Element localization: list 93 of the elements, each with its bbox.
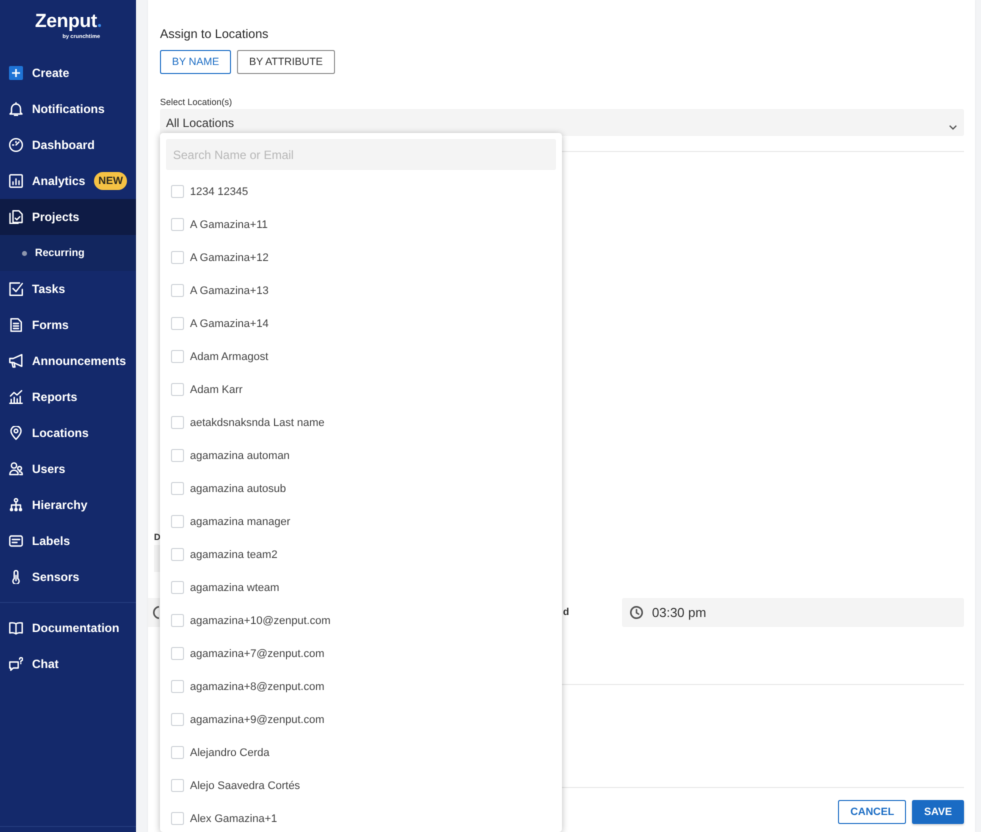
hierarchy-icon [9,498,23,512]
nav-item[interactable]: Sensors [0,559,136,595]
checkbox[interactable] [171,647,184,660]
nav-item[interactable]: Hierarchy [0,487,136,523]
book-icon [9,621,23,635]
nav-item[interactable]: Forms [0,307,136,343]
megaphone-icon [9,354,23,368]
checkbox[interactable] [171,449,184,462]
dropdown-option[interactable]: Alejo Saavedra Cortés [166,778,300,794]
checkbox[interactable] [171,284,184,297]
nav-item[interactable]: Create [0,55,136,91]
clock-icon [630,606,643,619]
nav-item[interactable]: Locations [0,415,136,451]
dropdown-option[interactable]: A Gamazina+14 [166,316,269,332]
dropdown-option[interactable]: agamazina team2 [166,546,278,562]
save-button[interactable]: SAVE [912,800,964,824]
dropdown-option[interactable]: Alex Gamazina+1 [166,810,278,826]
nav-item[interactable]: Chat [0,646,136,682]
location-select[interactable]: All Locations [160,109,964,136]
checkbox[interactable] [171,548,184,561]
nav-item[interactable]: Tasks [0,271,136,307]
chat-icon [9,657,23,671]
checkbox[interactable] [171,251,184,264]
nav-item[interactable]: Labels [0,523,136,559]
mode-button[interactable]: BY ATTRIBUTE [237,50,335,74]
dropdown-option[interactable]: Adam Karr [166,382,243,398]
search-field[interactable]: Search Name or Email [166,139,556,170]
dropdown-option[interactable]: 1234 12345 [166,184,248,200]
feature-badge: NEW [94,172,127,190]
dropdown-option[interactable]: agamazina wteam [166,580,280,596]
nav-item[interactable]: Users [0,451,136,487]
dropdown-option[interactable]: agamazina+9@zenput.com [166,712,324,728]
gauge-icon [9,138,23,152]
checkbox[interactable] [171,680,184,693]
nav-item[interactable]: Analytics NEW [0,163,136,199]
nav-item[interactable]: Projects [0,199,136,235]
checked-box-icon [9,282,23,296]
dropdown-option[interactable]: agamazina+7@zenput.com [166,646,324,662]
checkbox[interactable] [171,515,184,528]
logo-wordmark: Zenput [34,11,98,33]
label-icon [9,534,23,548]
dropdown-option[interactable]: agamazina automan [166,448,290,464]
dropdown-option[interactable]: agamazina manager [166,514,290,530]
checkbox[interactable] [171,812,184,825]
checkbox[interactable] [171,383,184,396]
checkbox[interactable] [171,350,184,363]
nav-item[interactable]: Dashboard [0,127,136,163]
time-field[interactable]: 03:30 pm [622,598,964,627]
nav-item[interactable]: Documentation [0,610,136,646]
bar-chart-icon [9,174,23,188]
date-field[interactable] [154,545,160,572]
documents-icon [9,210,23,224]
checkbox[interactable] [171,614,184,627]
nav-subitem[interactable]: Recurring [0,235,136,271]
document-icon [9,318,23,332]
cancel-button[interactable]: CANCEL [838,800,906,824]
dropdown-option[interactable]: A Gamazina+12 [166,250,269,266]
checkbox[interactable] [171,317,184,330]
nav-item[interactable]: Notifications [0,91,136,127]
dropdown-option[interactable]: A Gamazina+13 [166,282,269,298]
mode-button[interactable]: BY NAME [160,50,232,74]
bell-icon [9,102,23,116]
thermometer-icon [9,570,23,584]
field-label: D [154,532,160,542]
logo-dot-icon [98,24,102,27]
checkbox[interactable] [171,218,184,231]
dropdown-option[interactable]: Adam Armagost [166,348,268,364]
dropdown-option[interactable]: Alejandro Cerda [166,744,270,760]
section-title: Assign to Locations [160,26,268,42]
plus-icon [9,66,23,80]
report-chart-icon [9,390,23,404]
checkbox[interactable] [171,779,184,792]
checkbox[interactable] [171,713,184,726]
dropdown-option[interactable]: agamazina+10@zenput.com [166,612,331,628]
nav-item[interactable]: Reports [0,379,136,415]
dropdown-option[interactable]: A Gamazina+11 [166,216,268,232]
field-label: d [563,607,570,619]
users-icon [9,462,23,476]
location-pin-icon [9,426,23,440]
clock-icon [152,606,159,619]
chevron-down-icon [949,124,957,130]
checkbox[interactable] [171,416,184,429]
bullet-icon [22,250,27,256]
dropdown-option[interactable]: agamazina+8@zenput.com [166,678,324,694]
checkbox[interactable] [171,581,184,594]
time-field[interactable] [148,598,160,627]
field-label: Select Location(s) [160,97,232,107]
dropdown-option[interactable]: aetakdsnaksnda Last name [166,414,325,430]
checkbox[interactable] [171,185,184,198]
checkbox[interactable] [171,746,184,759]
checkbox[interactable] [171,482,184,495]
dropdown-option[interactable]: agamazina autosub [166,480,286,496]
nav-item[interactable]: Announcements [0,343,136,379]
